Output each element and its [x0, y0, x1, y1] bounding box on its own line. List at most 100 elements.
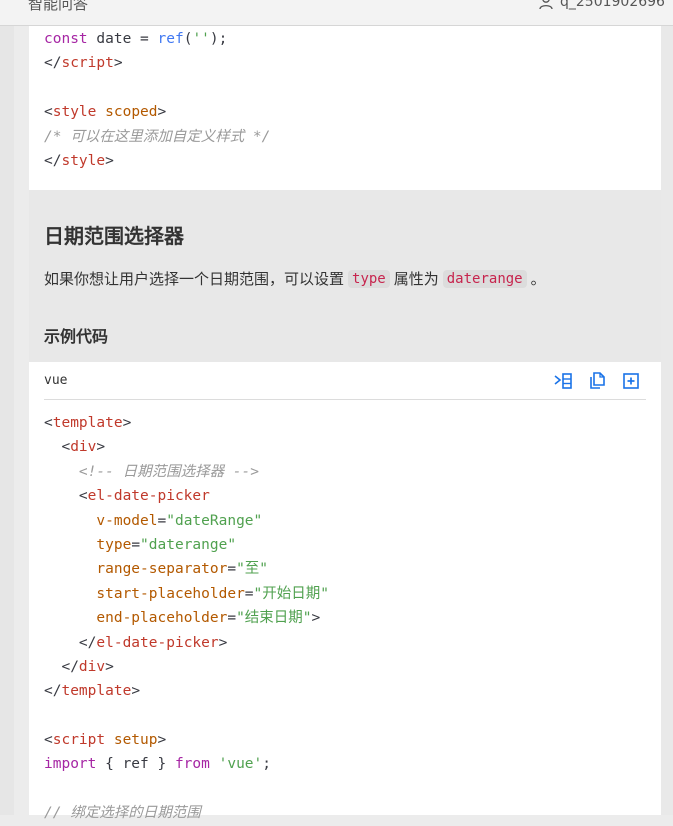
- code-token: setup: [113, 732, 158, 749]
- code-token: "daterange": [140, 536, 237, 553]
- code-token: >: [157, 732, 167, 749]
- code-token: /* 可以在这里添加自定义样式 */: [44, 128, 271, 145]
- code-token: );: [209, 31, 228, 47]
- code-token: script: [61, 55, 114, 72]
- expand-icon[interactable]: [621, 371, 641, 391]
- code-token: >: [311, 610, 321, 627]
- code-token: template: [61, 683, 132, 700]
- code-line: end-placeholder="结束日期">: [44, 606, 329, 630]
- code-token: start-placeholder: [96, 585, 245, 602]
- code-token: import: [44, 756, 106, 773]
- code-token: >: [105, 658, 114, 675]
- code-line: <style scoped>: [44, 100, 270, 124]
- answer-section: 日期范围选择器 如果你想让用户选择一个日期范围，可以设置 type 属性为 da…: [29, 190, 661, 362]
- code-token: style: [52, 104, 106, 121]
- code-line: /* 可以在这里添加自定义样式 */: [44, 125, 270, 149]
- app-title: 智能问答: [28, 0, 89, 13]
- code-line: v-model="dateRange": [44, 509, 329, 533]
- code-line: import { ref } from 'vue';: [44, 752, 329, 776]
- code-token: ref: [157, 31, 184, 47]
- code-token: =: [227, 561, 237, 578]
- code-token: <: [44, 439, 71, 456]
- code-token: script: [52, 732, 114, 749]
- code-line: const date = ref('');: [44, 27, 270, 51]
- code-line: <script setup>: [44, 728, 329, 752]
- code-token: style: [61, 152, 106, 169]
- code-token: from: [174, 756, 219, 773]
- code-token: <: [44, 732, 53, 749]
- code-line: start-placeholder="开始日期": [44, 582, 329, 606]
- code-token: scoped: [105, 104, 158, 121]
- code-token: =: [157, 512, 167, 529]
- code-token: </: [44, 658, 79, 675]
- code-token: const: [44, 31, 97, 47]
- code-token: el-date-picker: [96, 634, 219, 651]
- code-token: el-date-picker: [87, 488, 210, 505]
- code-token: =: [227, 610, 237, 627]
- paragraph-text-2: 属性为: [393, 270, 439, 288]
- left-gutter: [0, 26, 14, 815]
- code-line: <el-date-picker: [44, 484, 329, 508]
- code-line: </el-date-picker>: [44, 631, 329, 655]
- code-language-label: vue: [44, 373, 68, 388]
- username: q_2501902696: [560, 0, 665, 10]
- code-token: "结束日期": [236, 610, 312, 627]
- inline-code-daterange: daterange: [442, 269, 527, 288]
- code-line: <div>: [44, 435, 329, 459]
- code-toolbar: [539, 371, 641, 391]
- code-token: <: [44, 104, 53, 121]
- code-line: </script>: [44, 51, 270, 75]
- example-code-heading: 示例代码: [44, 327, 109, 346]
- user-icon: [539, 0, 553, 10]
- code-token: =: [131, 536, 141, 553]
- code-token: div: [78, 658, 106, 675]
- section-heading: 日期范围选择器: [44, 224, 184, 248]
- code-token: =: [244, 585, 254, 602]
- wrap-lines-icon[interactable]: [553, 371, 573, 391]
- code-token: >: [122, 415, 132, 431]
- code-token: </: [44, 55, 62, 72]
- code-line: </div>: [44, 655, 329, 679]
- code-line: </style>: [44, 149, 270, 173]
- code-token: '': [192, 31, 210, 47]
- code-token: </: [44, 634, 97, 651]
- code-line: <template>: [44, 411, 329, 435]
- code-token: end-placeholder: [96, 610, 228, 627]
- code-token: { ref }: [105, 756, 175, 773]
- code-line: type="daterange": [44, 533, 329, 557]
- code-token: >: [157, 104, 167, 121]
- code-token: "dateRange": [166, 512, 263, 529]
- code-token: v-model: [96, 512, 158, 529]
- code-token: template: [52, 415, 123, 431]
- code-line: <!-- 日期范围选择器 -->: [44, 460, 329, 484]
- code-token: date =: [96, 31, 158, 47]
- code-token: <: [44, 488, 88, 505]
- code-token: >: [131, 683, 141, 700]
- code-token: </: [44, 683, 62, 700]
- code-token: // 绑定选择的日期范围: [44, 805, 201, 822]
- user-menu[interactable]: q_2501902696: [538, 0, 665, 10]
- code-token: "至": [236, 561, 269, 578]
- code-token: >: [113, 55, 123, 72]
- paragraph-text-3: 。: [530, 270, 546, 288]
- code-token: >: [105, 152, 114, 169]
- code-line: </template>: [44, 679, 329, 703]
- code-token: >: [96, 439, 106, 456]
- code-token: type: [96, 536, 132, 553]
- copy-icon[interactable]: [587, 371, 607, 391]
- code-block: vue <template> <div> <!-- 日期范围选择器 --> <e…: [29, 362, 661, 821]
- code-token: <: [44, 415, 53, 431]
- code-line: range-separator="至": [44, 557, 329, 581]
- code-line: // 绑定选择的日期范围: [44, 801, 329, 825]
- code-token: >: [218, 634, 228, 651]
- code-token: "开始日期": [253, 585, 329, 602]
- scrollbar[interactable]: [661, 26, 673, 815]
